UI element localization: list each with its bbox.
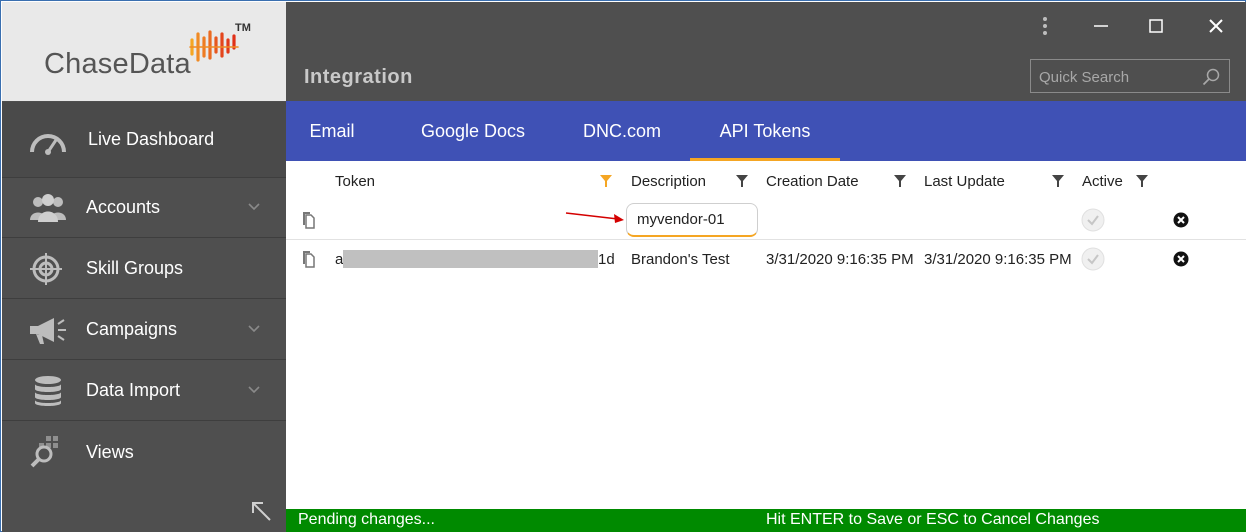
sidebar-item-views[interactable]: Views bbox=[2, 422, 286, 482]
creation-date-cell: 3/31/2020 9:16:35 PM bbox=[766, 251, 914, 268]
column-header-description[interactable]: Description bbox=[631, 173, 706, 190]
column-header-active[interactable]: Active bbox=[1082, 173, 1123, 190]
tab-dnc-com[interactable]: DNC.com bbox=[578, 101, 666, 161]
tab-bar: Email Google Docs DNC.com API Tokens bbox=[286, 101, 1246, 161]
chevron-down-icon[interactable] bbox=[246, 381, 262, 397]
description-input[interactable] bbox=[626, 203, 758, 237]
sidebar: ChaseData TM Live Dashboard Accounts Ski… bbox=[2, 2, 286, 532]
sidebar-item-label: Live Dashboard bbox=[88, 129, 215, 149]
minimize-icon[interactable] bbox=[1086, 12, 1116, 40]
database-icon bbox=[35, 376, 61, 406]
last-update-cell: 3/31/2020 9:16:35 PM bbox=[924, 251, 1072, 268]
speedometer-icon bbox=[30, 134, 66, 155]
logo-area: ChaseData TM bbox=[2, 2, 286, 101]
tab-google-docs[interactable]: Google Docs bbox=[418, 101, 528, 161]
row-divider bbox=[286, 239, 1246, 240]
sidebar-item-label: Skill Groups bbox=[86, 258, 184, 278]
megaphone-icon bbox=[30, 318, 66, 344]
close-icon[interactable] bbox=[1201, 12, 1231, 40]
sidebar-item-accounts[interactable]: Accounts bbox=[2, 178, 286, 238]
status-bar: Pending changes... Hit ENTER to Save or … bbox=[286, 509, 1246, 532]
status-pending-text: Pending changes... bbox=[298, 511, 435, 528]
page-title: Integration bbox=[304, 66, 413, 88]
sidebar-item-skill-groups[interactable]: Skill Groups bbox=[2, 239, 286, 299]
sidebar-item-label: Campaigns bbox=[86, 319, 178, 339]
search-input[interactable] bbox=[1039, 66, 1199, 88]
api-tokens-grid: Token Description Creation Date Last Upd… bbox=[286, 161, 1246, 509]
sidebar-item-live-dashboard[interactable]: Live Dashboard bbox=[2, 102, 286, 178]
sidebar-item-data-import[interactable]: Data Import bbox=[2, 361, 286, 421]
filter-icon[interactable] bbox=[894, 175, 906, 187]
sidebar-item-label: Accounts bbox=[86, 197, 161, 217]
status-hint-text: Hit ENTER to Save or ESC to Cancel Chang… bbox=[766, 511, 1100, 528]
filter-icon[interactable] bbox=[736, 175, 748, 187]
chevron-down-icon[interactable] bbox=[246, 320, 262, 336]
copy-icon[interactable] bbox=[300, 211, 316, 229]
search-icon[interactable] bbox=[1202, 68, 1220, 86]
delete-icon[interactable] bbox=[1173, 251, 1189, 267]
collapse-sidebar-icon[interactable] bbox=[248, 498, 274, 524]
tab-api-tokens[interactable]: API Tokens bbox=[690, 101, 840, 161]
filter-icon[interactable] bbox=[1052, 175, 1064, 187]
trademark-mark: TM bbox=[235, 22, 251, 34]
sidebar-item-label: Data Import bbox=[86, 380, 181, 400]
column-header-creation-date[interactable]: Creation Date bbox=[766, 173, 859, 190]
search-grid-icon bbox=[30, 436, 58, 468]
column-header-token[interactable]: Token bbox=[335, 173, 375, 190]
chevron-down-icon[interactable] bbox=[246, 198, 262, 214]
filter-icon[interactable] bbox=[600, 175, 612, 187]
sidebar-item-label: Views bbox=[86, 441, 134, 462]
tab-email[interactable]: Email bbox=[302, 101, 362, 161]
sidebar-item-campaigns[interactable]: Campaigns bbox=[2, 300, 286, 360]
header: Integration bbox=[286, 2, 1246, 101]
quick-search bbox=[1030, 59, 1230, 93]
brand-logo-text: ChaseData bbox=[44, 48, 191, 80]
annotation-arrow-icon bbox=[565, 212, 624, 223]
filter-icon[interactable] bbox=[1136, 175, 1148, 187]
app-window: ChaseData TM Live Dashboard Accounts Ski… bbox=[0, 0, 1246, 532]
redacted-token-block bbox=[343, 250, 598, 268]
more-options-icon[interactable] bbox=[1030, 12, 1060, 40]
active-check-icon[interactable] bbox=[1081, 247, 1105, 271]
maximize-icon[interactable] bbox=[1141, 12, 1171, 40]
delete-icon[interactable] bbox=[1173, 212, 1189, 228]
token-end: 1d bbox=[598, 251, 615, 268]
column-header-last-update[interactable]: Last Update bbox=[924, 173, 1005, 190]
target-icon bbox=[30, 253, 62, 285]
active-check-icon[interactable] bbox=[1081, 208, 1105, 232]
users-icon bbox=[30, 194, 66, 222]
copy-icon[interactable] bbox=[300, 250, 316, 268]
description-cell: Brandon's Test bbox=[631, 251, 730, 268]
